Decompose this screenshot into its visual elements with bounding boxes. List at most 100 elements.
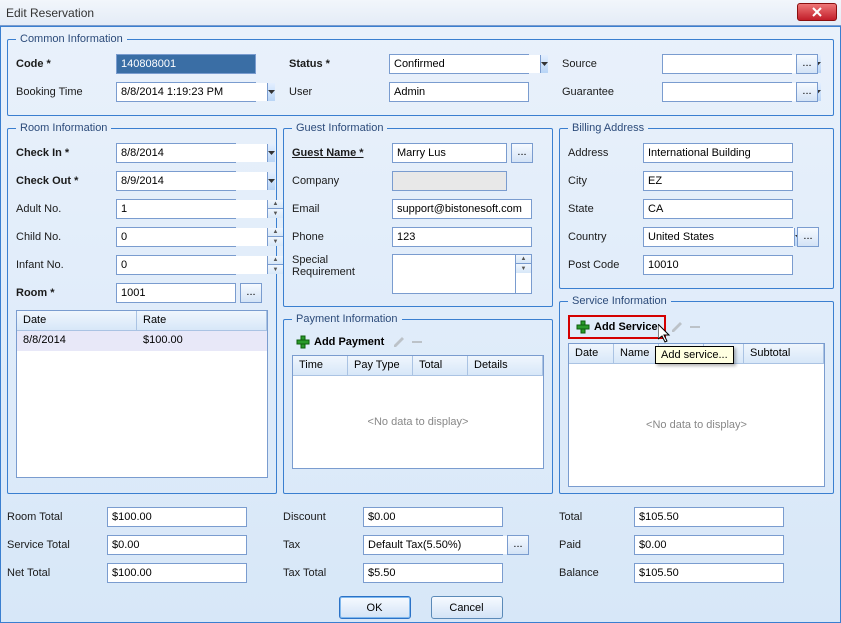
ok-button[interactable]: OK: [339, 596, 411, 619]
company-input[interactable]: [392, 171, 507, 191]
child-stepper[interactable]: ▲▼: [116, 227, 236, 247]
infant-input[interactable]: [117, 256, 267, 274]
up-arrow-icon[interactable]: ▲: [268, 200, 283, 209]
add-service-button[interactable]: Add Service: [572, 318, 662, 336]
status-input[interactable]: [390, 55, 540, 73]
special-textarea-wrap[interactable]: ▲▼: [392, 254, 532, 294]
booking-time-picker[interactable]: [116, 82, 256, 102]
special-input[interactable]: [393, 255, 515, 293]
cancel-button[interactable]: Cancel: [431, 596, 503, 619]
tax-browse-button[interactable]: ...: [507, 535, 529, 555]
payment-grid[interactable]: Time Pay Type Total Details <No data to …: [292, 355, 544, 469]
country-input[interactable]: [644, 228, 794, 246]
code-input[interactable]: [116, 54, 256, 74]
email-input[interactable]: [392, 199, 532, 219]
col-ssubtotal[interactable]: Subtotal: [744, 344, 824, 363]
company-label: Company: [292, 175, 392, 187]
child-label: Child No.: [16, 231, 116, 243]
col-rate[interactable]: Rate: [137, 311, 267, 330]
special-scrollbar[interactable]: ▲▼: [515, 255, 531, 293]
checkout-input[interactable]: [117, 172, 267, 190]
col-time[interactable]: Time: [293, 356, 348, 375]
room-browse-button[interactable]: ...: [240, 283, 262, 303]
taxtotal-input[interactable]: [363, 563, 503, 583]
booking-time-input[interactable]: [117, 83, 267, 101]
guest-name-input[interactable]: [392, 143, 507, 163]
col-total[interactable]: Total: [413, 356, 468, 375]
status-dropdown[interactable]: [540, 55, 548, 73]
balance-input[interactable]: [634, 563, 784, 583]
guarantee-select[interactable]: [662, 82, 792, 102]
roomtotal-input[interactable]: [107, 507, 247, 527]
close-button[interactable]: [797, 3, 837, 21]
checkin-input[interactable]: [117, 144, 267, 162]
status-select[interactable]: [389, 54, 529, 74]
post-input[interactable]: [643, 255, 793, 275]
infant-stepper[interactable]: ▲▼: [116, 255, 236, 275]
up-arrow-icon[interactable]: ▲: [516, 255, 531, 264]
col-sname[interactable]: Name: [614, 344, 659, 363]
booking-time-label: Booking Time: [16, 86, 116, 98]
child-input[interactable]: [117, 228, 267, 246]
state-input[interactable]: [643, 199, 793, 219]
col-details[interactable]: Details: [468, 356, 543, 375]
up-arrow-icon[interactable]: ▲: [268, 228, 283, 237]
servicetotal-input[interactable]: [107, 535, 247, 555]
adult-label: Adult No.: [16, 203, 116, 215]
minus-icon: [689, 321, 701, 333]
edit-payment-button[interactable]: [392, 335, 406, 349]
guest-browse-button[interactable]: ...: [511, 143, 533, 163]
delete-service-button[interactable]: [688, 320, 702, 334]
up-arrow-icon[interactable]: ▲: [268, 256, 283, 265]
adult-stepper[interactable]: ▲▼: [116, 199, 236, 219]
table-row[interactable]: 8/8/2014 $100.00: [17, 331, 267, 351]
down-arrow-icon[interactable]: ▼: [268, 209, 283, 218]
chevron-down-icon: [268, 90, 275, 94]
room-label: Room *: [16, 287, 116, 299]
adult-spinner[interactable]: ▲▼: [267, 200, 283, 218]
checkout-label: Check Out *: [16, 175, 116, 187]
guarantee-browse-button[interactable]: ...: [796, 82, 818, 102]
down-arrow-icon[interactable]: ▼: [268, 237, 283, 246]
source-input[interactable]: [663, 55, 813, 73]
window-title: Edit Reservation: [6, 6, 94, 20]
discount-input[interactable]: [363, 507, 503, 527]
common-info-legend: Common Information: [16, 33, 127, 45]
room-rate-grid[interactable]: Date Rate 8/8/2014 $100.00: [16, 310, 268, 478]
down-arrow-icon[interactable]: ▼: [516, 264, 531, 273]
infant-spinner[interactable]: ▲▼: [267, 256, 283, 274]
country-select[interactable]: [643, 227, 793, 247]
cell-rate: $100.00: [137, 331, 189, 351]
user-input[interactable]: [389, 82, 529, 102]
chevron-down-icon: [541, 62, 548, 66]
tax-select[interactable]: [363, 535, 503, 555]
add-payment-button[interactable]: Add Payment: [292, 333, 388, 351]
total-input[interactable]: [634, 507, 784, 527]
nettotal-input[interactable]: [107, 563, 247, 583]
adult-input[interactable]: [117, 200, 267, 218]
source-browse-button[interactable]: ...: [796, 54, 818, 74]
checkin-dropdown[interactable]: [267, 144, 275, 162]
guarantee-input[interactable]: [663, 83, 813, 101]
service-grid[interactable]: Date Name Rate Qty Subtotal <No data to …: [568, 343, 825, 487]
room-input[interactable]: [116, 283, 236, 303]
booking-time-dropdown[interactable]: [267, 83, 275, 101]
checkout-dropdown[interactable]: [267, 172, 275, 190]
source-select[interactable]: [662, 54, 792, 74]
phone-input[interactable]: [392, 227, 532, 247]
col-date[interactable]: Date: [17, 311, 137, 330]
guest-info-legend: Guest Information: [292, 122, 387, 134]
checkin-picker[interactable]: [116, 143, 236, 163]
down-arrow-icon[interactable]: ▼: [268, 265, 283, 274]
address-input[interactable]: [643, 143, 793, 163]
col-sdate[interactable]: Date: [569, 344, 614, 363]
city-input[interactable]: [643, 171, 793, 191]
col-paytype[interactable]: Pay Type: [348, 356, 413, 375]
paid-input[interactable]: [634, 535, 784, 555]
country-browse-button[interactable]: ...: [797, 227, 819, 247]
delete-payment-button[interactable]: [410, 335, 424, 349]
tax-input[interactable]: [364, 536, 514, 554]
child-spinner[interactable]: ▲▼: [267, 228, 283, 246]
checkout-picker[interactable]: [116, 171, 236, 191]
chevron-down-icon: [268, 179, 275, 183]
